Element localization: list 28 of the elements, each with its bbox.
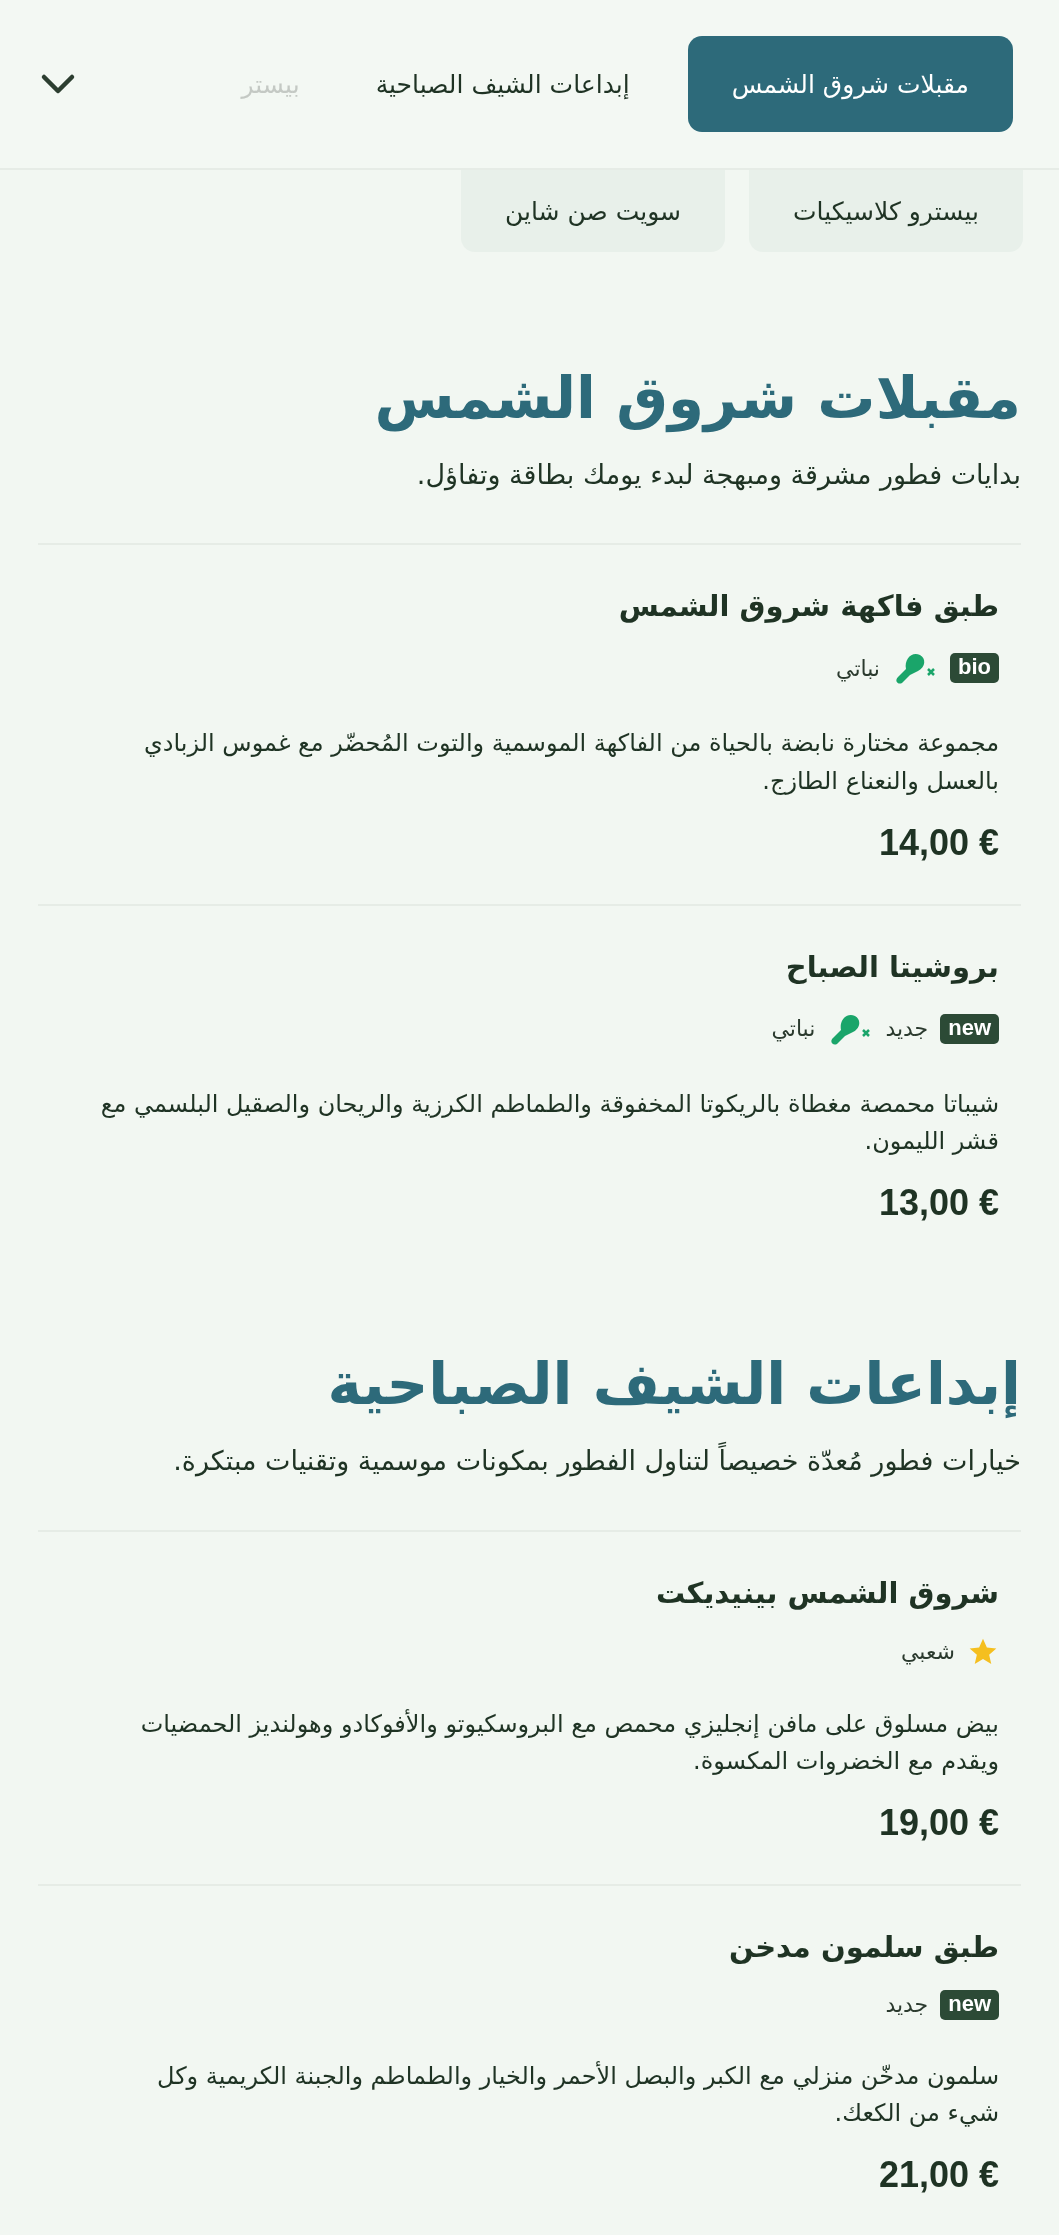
dish-description: بيض مسلوق على مافن إنجليزي محمص مع البروسكيوتو والأفوكادو وهولنديز الحمضيات ويقدم مع الخضروات المكسوة. bbox=[139, 1708, 999, 1777]
tag-label: نباتي bbox=[836, 655, 880, 681]
category-chip[interactable]: سويت صن شاين bbox=[460, 170, 725, 252]
dish-name: شروق الشمس بينيديكت bbox=[654, 1575, 999, 1610]
dish-price: 13,00 € bbox=[878, 1182, 999, 1224]
dish-description: شيباتا محمصة مغطاة بالريكوتا المخفوقة والطماطم الكرزية والريحان والصقيل البلسمي مع قشر الليمون. bbox=[99, 1088, 999, 1157]
dish-name: بروشيتا الصباح bbox=[784, 949, 999, 984]
tag-badge: bio bbox=[950, 653, 999, 684]
category-chip[interactable]: بيسترو كلاسيكيات bbox=[749, 170, 1023, 252]
section-title: مقبلات شروق الشمس bbox=[373, 364, 1021, 434]
dish-description: مجموعة مختارة نابضة بالحياة من الفاكهة الموسمية والتوت المُحضّر مع غموس الزبادي بالعسل والنعناع الطازج. bbox=[143, 728, 999, 797]
tag-badge: new bbox=[940, 1013, 999, 1044]
tag-label: نباتي bbox=[771, 1016, 816, 1042]
dish-price: 21,00 € bbox=[878, 2154, 999, 2196]
section-subtitle: بدايات فطور مشرقة ومبهجة لبدء يومك بطاقة وتفاؤل. bbox=[415, 457, 1021, 493]
dish-name: طبق فاكهة شروق الشمس bbox=[617, 589, 999, 624]
tag-badge: new bbox=[940, 1989, 999, 2020]
category-tab[interactable]: مقبلات شروق الشمس bbox=[687, 36, 1013, 132]
dish-price: 19,00 € bbox=[878, 1801, 999, 1843]
tag-label: شعبي bbox=[900, 1639, 955, 1665]
dish-description: سلمون مدخّن منزلي مع الكبر والبصل الأحمر والخيار والطماطم والجبنة الكريمية وكل شيء من الكعك. bbox=[156, 2060, 999, 2130]
dish-name: طبق سلمون مدخن bbox=[728, 1929, 999, 1964]
section-subtitle: خيارات فطور مُعدّة خصيصاً لتناول الفطور بمكونات موسمية وتقنيات مبتكرة. bbox=[172, 1441, 1021, 1479]
category-tab[interactable]: إبداعات الشيف الصباحية bbox=[357, 36, 648, 132]
section-title: إبداعات الشيف الصباحية bbox=[326, 1350, 1021, 1420]
tag-label: جديد bbox=[885, 1016, 929, 1042]
tag-label: جديد bbox=[885, 1992, 929, 2018]
dish-price: 14,00 € bbox=[878, 821, 999, 863]
